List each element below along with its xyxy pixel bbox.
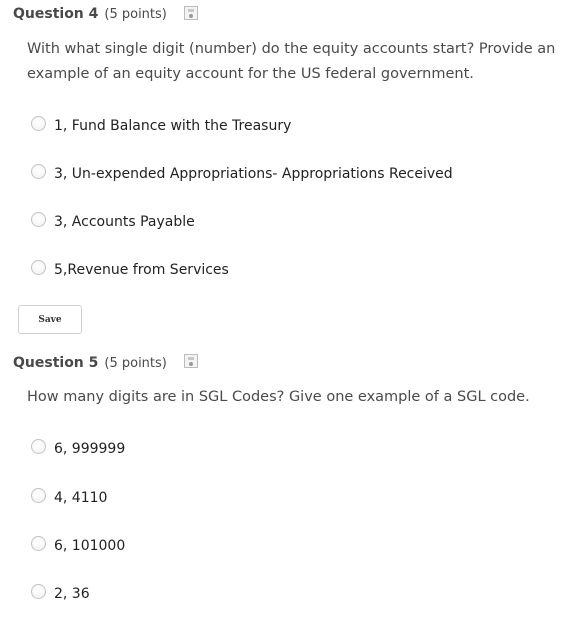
question-title: Question 4: [13, 6, 99, 22]
option-q5-1[interactable]: 6, 999999: [31, 438, 125, 460]
option-label: 5,Revenue from Services: [54, 262, 229, 278]
save-icon[interactable]: [184, 354, 198, 368]
option-label: 6, 999999: [54, 441, 126, 457]
question-points: (5 points): [104, 355, 167, 371]
option-q5-2[interactable]: 4, 4110: [31, 487, 107, 509]
save-button[interactable]: Save: [18, 305, 82, 334]
question-text: With what single digit (number) do the e…: [27, 41, 556, 82]
question-5-header: Question 5 (5 points): [13, 354, 167, 372]
question-text: How many digits are in SGL Codes? Give o…: [27, 389, 530, 405]
question-4-header: Question 4 (5 points): [13, 5, 167, 23]
option-label: 3, Un-expended Appropriations- Appropria…: [54, 166, 453, 182]
option-label: 6, 101000: [54, 538, 126, 554]
save-icon[interactable]: [184, 6, 198, 20]
radio-button[interactable]: [31, 438, 46, 454]
option-q4-2[interactable]: 3, Un-expended Appropriations- Appropria…: [31, 163, 453, 185]
radio-button[interactable]: [31, 259, 46, 275]
option-label: 2, 36: [54, 586, 90, 602]
option-q5-4[interactable]: 2, 36: [31, 583, 90, 605]
option-q4-1[interactable]: 1, Fund Balance with the Treasury: [31, 115, 291, 137]
option-label: 1, Fund Balance with the Treasury: [54, 118, 292, 134]
question-points: (5 points): [104, 6, 167, 22]
radio-button[interactable]: [31, 487, 46, 503]
option-label: 4, 4110: [54, 490, 108, 506]
option-q4-4[interactable]: 5,Revenue from Services: [31, 259, 229, 281]
radio-button[interactable]: [31, 583, 46, 599]
radio-button[interactable]: [31, 163, 46, 179]
option-q5-3[interactable]: 6, 101000: [31, 535, 125, 557]
option-label: 3, Accounts Payable: [54, 214, 195, 230]
radio-button[interactable]: [31, 115, 46, 131]
option-q4-3[interactable]: 3, Accounts Payable: [31, 211, 195, 233]
radio-button[interactable]: [31, 211, 46, 227]
question-title: Question 5: [13, 355, 99, 371]
radio-button[interactable]: [31, 535, 46, 551]
